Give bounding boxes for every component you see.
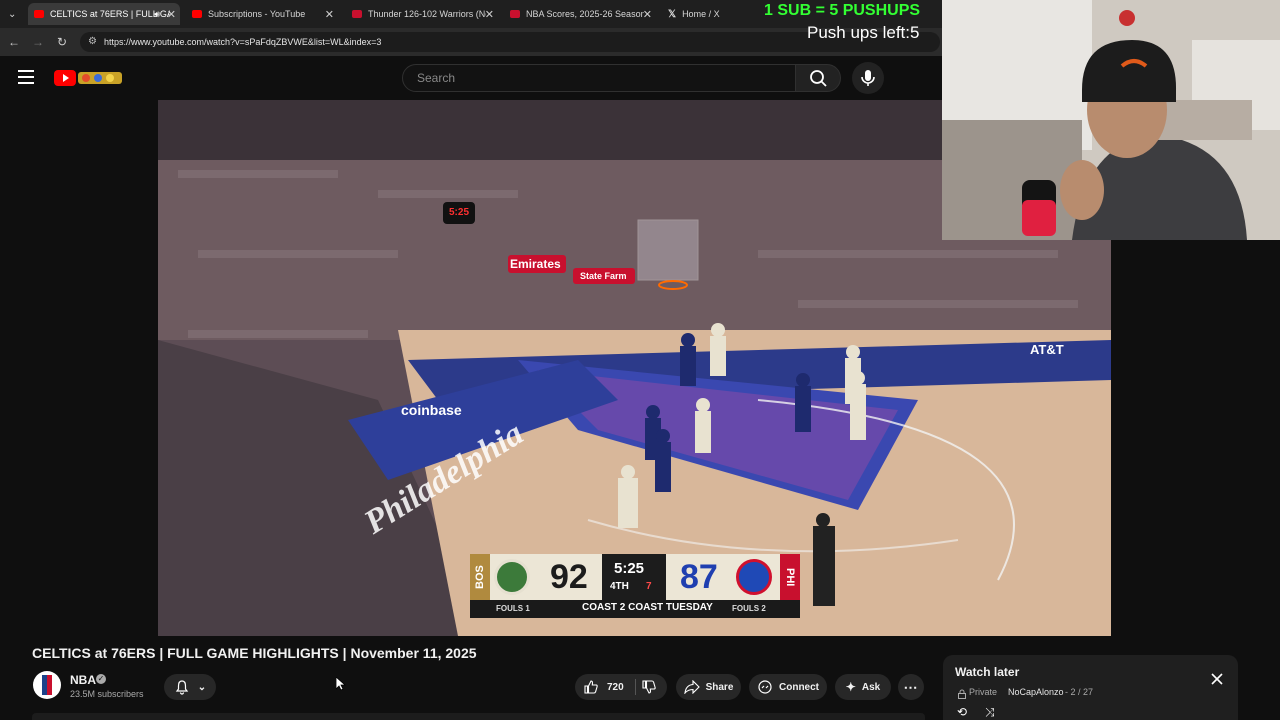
connect-button[interactable]: Connect: [749, 674, 827, 700]
more-horizontal-icon: ⋯: [903, 678, 919, 695]
ask-label: Ask: [861, 681, 881, 693]
connect-icon: [758, 680, 772, 694]
chevron-down-icon: ⌄: [197, 681, 207, 693]
thumbs-down-icon: [642, 680, 656, 694]
streamer-webcam-image: [942, 0, 1280, 240]
like-count: 720: [607, 681, 624, 693]
emirates-sign: Emirates: [510, 257, 561, 271]
game-period: 4TH: [610, 581, 629, 592]
forward-arrow-icon[interactable]: →: [30, 34, 46, 50]
shot-clock: 7: [646, 581, 652, 592]
close-tab-icon[interactable]: ✕: [167, 8, 176, 21]
site-info-icon[interactable]: ⚙︎: [88, 32, 97, 52]
sixers-logo-icon: [736, 559, 772, 595]
like-divider: [635, 679, 636, 695]
celtics-logo-icon: [494, 559, 530, 595]
verified-check-icon: ✓: [96, 674, 106, 684]
tab-list-dropdown[interactable]: ⌄: [2, 3, 24, 25]
tab-label: Subscriptions - YouTube: [208, 9, 306, 19]
away-fouls: FOULS 1: [496, 604, 530, 613]
tab-nba-scores[interactable]: NBA Scores, 2025-26 Season - ✕: [504, 3, 656, 25]
microphone-icon: [861, 70, 875, 86]
sub-pushups-banner: 1 SUB = 5 PUSHUPS: [764, 2, 921, 19]
like-dislike-group: 720: [575, 674, 667, 700]
share-label: Share: [705, 681, 734, 693]
youtube-header: Search: [0, 56, 942, 100]
playlist-privacy: Private: [969, 687, 998, 697]
tab-celtics-76ers[interactable]: CELTICS at 76ERS | FULL GA 🔊︎ ✕: [28, 3, 180, 25]
channel-name[interactable]: NBA: [70, 673, 96, 687]
video-title: CELTICS at 76ERS | FULL GAME HIGHLIGHTS …: [32, 645, 477, 661]
mouse-cursor-icon: [336, 677, 346, 691]
subscriber-count: 23.5M subscribers: [70, 689, 144, 699]
more-actions-button[interactable]: ⋯: [898, 674, 924, 700]
watch-later-panel: Watch later Private NoCapAlonzo - 2 / 27…: [943, 655, 1238, 720]
bell-icon: [175, 680, 188, 695]
playlist-position: - 2 / 27: [1065, 687, 1094, 697]
tab-label: Thunder 126-102 Warriors (No: [368, 9, 486, 19]
search-input[interactable]: Search: [402, 64, 796, 92]
youtube-favicon-icon: [34, 10, 44, 18]
away-score: 92: [550, 558, 588, 596]
clock-box: 5:25 4TH 7: [602, 554, 666, 600]
thumbs-up-icon: [584, 680, 598, 694]
description-box-edge[interactable]: [32, 713, 925, 720]
away-team-abbr: BOS: [470, 554, 490, 600]
search-placeholder: Search: [417, 71, 456, 85]
espn-favicon-icon: [352, 10, 362, 18]
tab-label: Home / X: [682, 9, 720, 19]
arena-shot-clock: 5:25: [449, 207, 470, 218]
like-button[interactable]: 720: [583, 679, 624, 695]
close-tab-icon[interactable]: ✕: [643, 8, 652, 21]
speaker-icon[interactable]: 🔊︎: [154, 9, 160, 20]
tab-label: NBA Scores, 2025-26 Season -: [526, 9, 644, 19]
lock-icon: [957, 686, 967, 699]
back-arrow-icon[interactable]: ←: [6, 34, 22, 50]
tab-home-x[interactable]: 𝕏 Home / X: [662, 3, 762, 25]
broadcast-banner: COAST 2 COAST TUESDAY: [582, 602, 713, 613]
home-score: 87: [680, 558, 718, 596]
share-button[interactable]: Share: [676, 674, 741, 700]
pushups-left-counter: Push ups left:5: [807, 23, 920, 42]
youtube-favicon-icon: [192, 10, 202, 18]
search-button[interactable]: [795, 64, 841, 92]
sparkle-icon: ✦: [845, 680, 856, 694]
webcam-overlay: [942, 0, 1280, 240]
watch-later-title[interactable]: Watch later: [955, 665, 1019, 679]
ask-button[interactable]: ✦ Ask: [835, 674, 891, 700]
voice-search-button[interactable]: [852, 62, 884, 94]
chevron-down-icon: ⌄: [8, 8, 17, 20]
tab-subscriptions[interactable]: Subscriptions - YouTube ✕: [186, 3, 338, 25]
channel-avatar[interactable]: [33, 671, 61, 699]
loop-icon[interactable]: ⟲: [957, 705, 967, 719]
close-tab-icon[interactable]: ✕: [325, 8, 334, 21]
close-playlist-button[interactable]: [1209, 671, 1225, 687]
subscription-bell-button[interactable]: ⌄: [164, 674, 216, 700]
dislike-button[interactable]: [641, 679, 657, 698]
tab-thunder-warriors[interactable]: Thunder 126-102 Warriors (No ✕: [346, 3, 498, 25]
connect-label: Connect: [779, 681, 819, 693]
close-icon: [1211, 673, 1223, 685]
share-icon: [683, 680, 700, 694]
coinbase-sign: coinbase: [401, 402, 462, 418]
address-bar-row: ← → ↻ ⚙︎ https://www.youtube.com/watch?v…: [0, 28, 942, 56]
url-text: https://www.youtube.com/watch?v=sPaFdqZB…: [104, 37, 382, 47]
hamburger-menu-icon[interactable]: [18, 70, 34, 84]
home-team-abbr: PHI: [780, 554, 800, 600]
reload-icon[interactable]: ↻: [54, 34, 70, 50]
att-sign: AT&T: [1030, 342, 1064, 357]
home-fouls: FOULS 2: [732, 604, 766, 613]
espn-favicon-icon: [510, 10, 520, 18]
search-icon: [810, 70, 827, 87]
game-clock: 5:25: [614, 560, 645, 577]
statefarm-sign: State Farm: [580, 271, 627, 281]
tab-label: CELTICS at 76ERS | FULL GA: [50, 9, 170, 19]
playlist-owner[interactable]: NoCapAlonzo: [1008, 687, 1064, 697]
shuffle-icon[interactable]: ⤨: [985, 705, 995, 720]
close-tab-icon[interactable]: ✕: [485, 8, 494, 21]
scoreboard: BOS 92 5:25 4TH 7 87 PHI FOULS 1 COAST 2…: [470, 554, 800, 618]
x-logo-icon: 𝕏: [668, 8, 677, 20]
youtube-logo[interactable]: [54, 69, 124, 87]
